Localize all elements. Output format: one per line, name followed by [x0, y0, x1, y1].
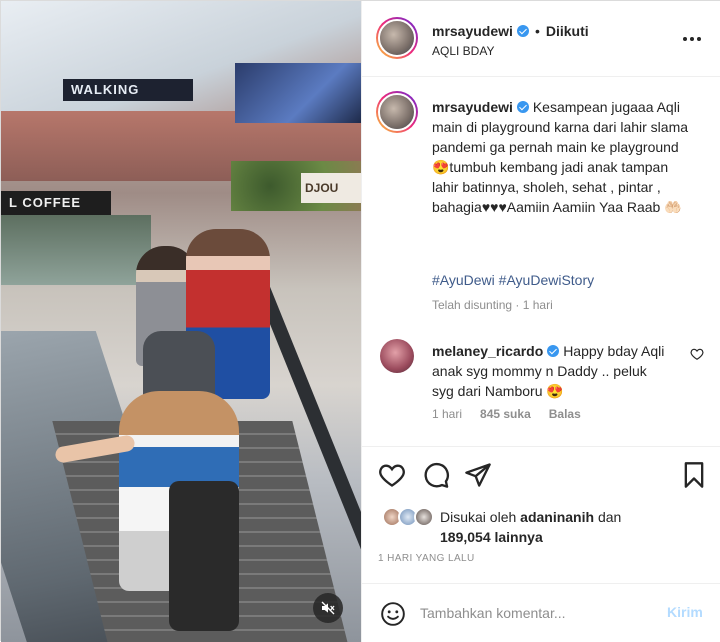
comment-meta: 1 hari 845 suka Balas: [432, 407, 581, 421]
coffee-sign: L COFFEE: [1, 191, 111, 215]
post-side-panel: mrsayudewi • Diikuti AQLI BDAY mrsayudewi …: [361, 1, 720, 642]
caption-username[interactable]: mrsayudewi: [432, 99, 513, 115]
separator-dot: •: [534, 23, 540, 39]
hashtag-ayudewistory[interactable]: #AyuDewiStory: [499, 272, 594, 288]
post-header: mrsayudewi • Diikuti AQLI BDAY: [362, 1, 720, 77]
post-comment-button[interactable]: Kirim: [667, 604, 703, 620]
heart-icon[interactable]: [378, 461, 406, 489]
comment-like-heart-icon[interactable]: [690, 347, 704, 361]
following-button[interactable]: Diikuti: [546, 23, 589, 39]
liker-username[interactable]: adaninanih: [520, 509, 594, 525]
speaker-muted-icon: [321, 601, 335, 615]
comment-body: melaney_ricardo Happy bday Aqli anak syg…: [432, 341, 672, 401]
storefront: [1, 215, 151, 285]
caption-avatar[interactable]: [376, 91, 418, 133]
balance-bike: [169, 481, 239, 631]
post-actions-bar: [362, 446, 720, 504]
caption: mrsayudewi Kesampean jugaaa Aqli main di…: [432, 97, 692, 217]
edited-timestamp: Telah disunting · 1 hari: [432, 298, 553, 312]
bookmark-icon[interactable]: [680, 461, 708, 489]
comment-time[interactable]: 1 hari: [432, 407, 462, 421]
commenter-username[interactable]: melaney_ricardo: [432, 343, 543, 359]
likes-connector: dan: [597, 509, 622, 525]
smiley-icon[interactable]: [380, 601, 406, 627]
author-avatar[interactable]: [376, 17, 418, 59]
likes-text: Disukai oleh adaninanih dan 189,054 lain…: [440, 507, 621, 547]
cafe-sign: DJOU: [301, 173, 361, 203]
post-window: WALKING DJOU L COFFEE mrsayudewi • Diiku…: [0, 0, 720, 642]
caption-hashtags: #AyuDewi #AyuDewiStory: [432, 272, 594, 288]
likes-count[interactable]: 189,054 lainnya: [440, 529, 543, 545]
verified-badge-icon: [516, 25, 529, 37]
comment-input[interactable]: [420, 600, 650, 626]
verified-badge-icon: [547, 345, 560, 357]
add-comment-bar: Kirim: [362, 583, 720, 642]
mute-button[interactable]: [313, 593, 343, 623]
reply-button[interactable]: Balas: [549, 407, 581, 421]
hashtag-ayudewi[interactable]: #AyuDewi: [432, 272, 495, 288]
likes-summary: Disukai oleh adaninanih dan 189,054 lain…: [376, 505, 706, 549]
post-location[interactable]: AQLI BDAY: [432, 44, 494, 58]
shop-sign: WALKING: [63, 79, 193, 101]
author-username[interactable]: mrsayudewi: [432, 23, 513, 39]
comment-icon[interactable]: [422, 461, 450, 489]
header-author-row: mrsayudewi • Diikuti: [432, 23, 589, 39]
liker-avatar[interactable]: [414, 507, 434, 527]
more-options-button[interactable]: [680, 29, 704, 49]
paper-plane-icon[interactable]: [464, 461, 492, 489]
commenter-avatar[interactable]: [380, 339, 414, 373]
comment-likes[interactable]: 845 suka: [480, 407, 531, 421]
verified-badge-icon: [516, 101, 529, 113]
post-time-ago[interactable]: 1 HARI YANG LALU: [378, 553, 475, 564]
caption-text: Kesampean jugaaa Aqli main di playground…: [432, 99, 689, 215]
more-horizontal-icon: [683, 37, 687, 41]
post-video[interactable]: WALKING DJOU L COFFEE: [1, 1, 361, 642]
likes-prefix: Disukai oleh: [440, 509, 517, 525]
billboard-screen: [235, 63, 361, 123]
